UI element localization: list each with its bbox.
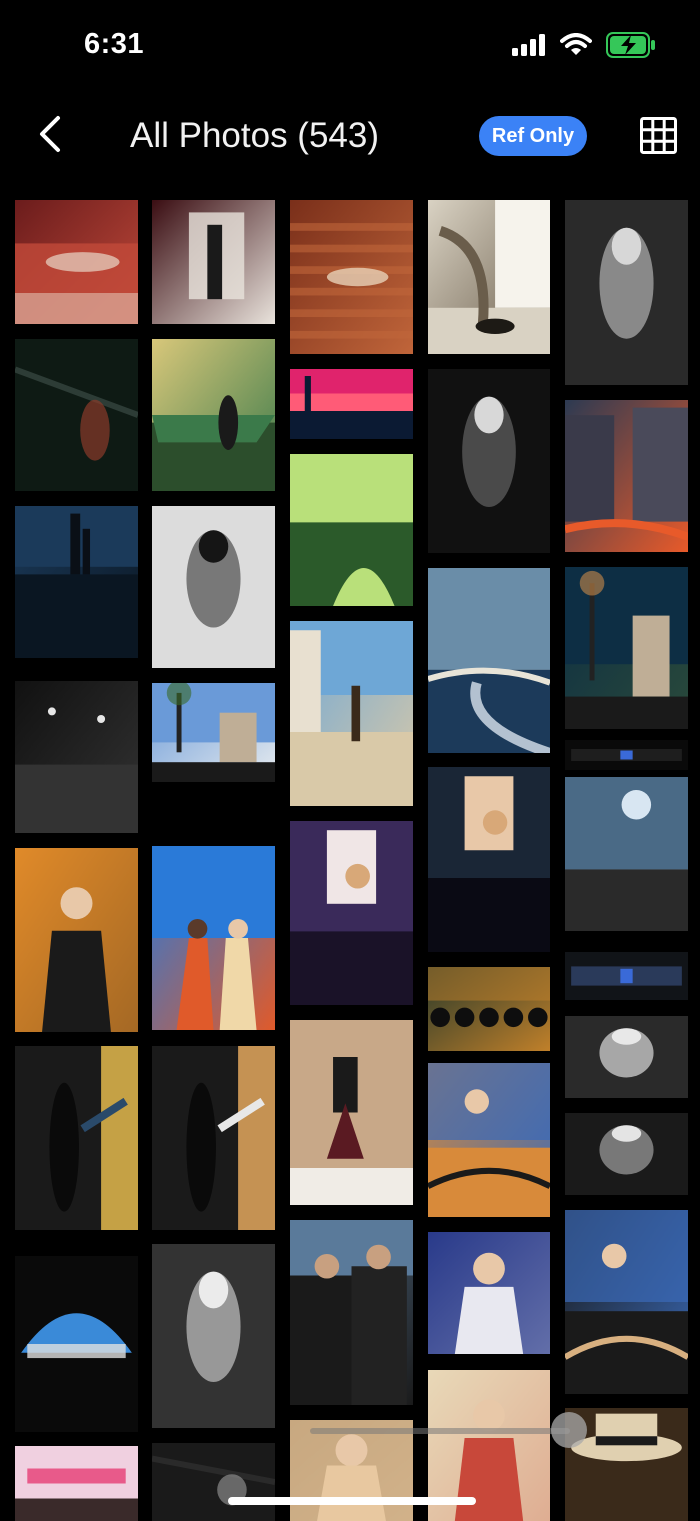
photo-thumbnail[interactable] [15, 1446, 138, 1521]
photo-thumbnail[interactable] [290, 621, 413, 806]
photo-thumbnail[interactable] [15, 681, 138, 833]
photo-thumbnail[interactable] [152, 1244, 275, 1428]
photo-thumbnail[interactable] [15, 1256, 138, 1432]
home-indicator [228, 1497, 476, 1505]
photo-thumbnail[interactable] [565, 1210, 688, 1394]
photo-thumbnail[interactable] [152, 339, 275, 491]
photo-thumbnail[interactable] [428, 1063, 550, 1217]
photo-thumbnail[interactable] [15, 506, 138, 658]
photo-thumbnail[interactable] [565, 777, 688, 931]
photo-thumbnail[interactable] [152, 1046, 275, 1230]
photo-thumbnail[interactable] [565, 740, 688, 770]
photo-thumbnail[interactable] [428, 767, 550, 952]
photo-thumbnail[interactable] [152, 683, 275, 782]
photo-thumbnail[interactable] [428, 1232, 550, 1354]
photo-thumbnail[interactable] [565, 200, 688, 385]
photo-grid [0, 0, 700, 1521]
photo-thumbnail[interactable] [565, 952, 688, 1000]
photo-thumbnail[interactable] [290, 200, 413, 354]
photo-thumbnail[interactable] [15, 848, 138, 1032]
photo-thumbnail[interactable] [428, 200, 550, 354]
photo-thumbnail[interactable] [565, 1016, 688, 1098]
photo-thumbnail[interactable] [152, 846, 275, 1030]
photo-thumbnail[interactable] [290, 1420, 413, 1521]
photo-thumbnail[interactable] [15, 1046, 138, 1230]
photo-thumbnail[interactable] [152, 200, 275, 324]
photo-thumbnail[interactable] [565, 400, 688, 552]
photo-thumbnail[interactable] [290, 454, 413, 606]
photo-thumbnail[interactable] [15, 200, 138, 324]
photo-thumbnail[interactable] [428, 967, 550, 1051]
photo-thumbnail[interactable] [15, 339, 138, 491]
photo-thumbnail[interactable] [565, 1113, 688, 1195]
photo-thumbnail[interactable] [290, 821, 413, 1005]
photo-thumbnail[interactable] [290, 369, 413, 439]
photo-thumbnail[interactable] [152, 506, 275, 668]
photo-thumbnail[interactable] [152, 1443, 275, 1521]
photo-thumbnail[interactable] [565, 567, 688, 729]
scroll-thumb[interactable] [551, 1412, 587, 1448]
photo-thumbnail[interactable] [290, 1220, 413, 1405]
photo-thumbnail[interactable] [428, 369, 550, 553]
scroll-track [310, 1428, 570, 1434]
photo-thumbnail[interactable] [428, 568, 550, 753]
photo-thumbnail[interactable] [290, 1020, 413, 1205]
